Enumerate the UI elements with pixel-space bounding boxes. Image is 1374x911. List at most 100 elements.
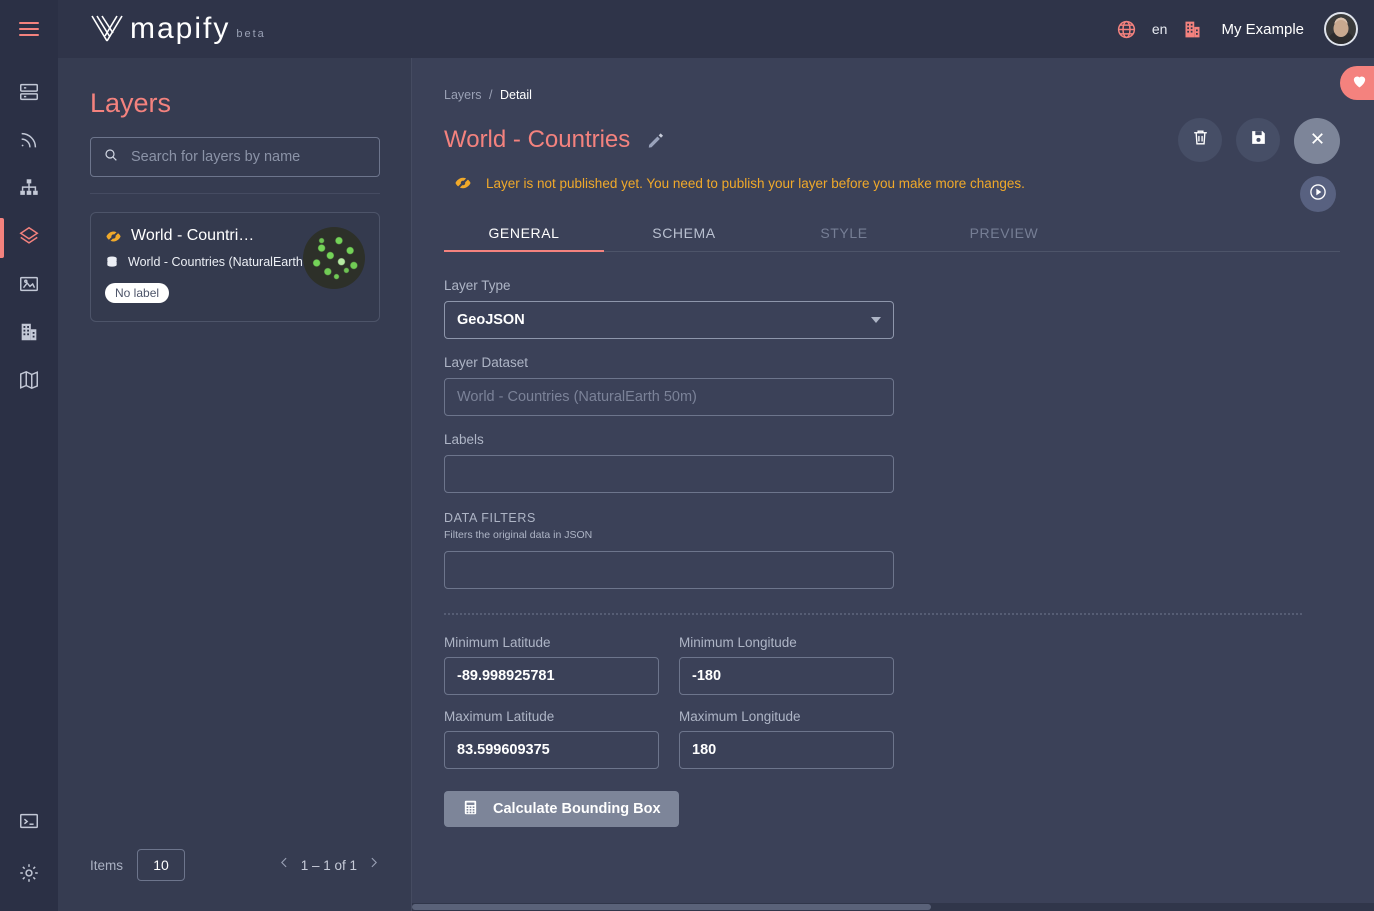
save-button[interactable] — [1236, 118, 1280, 162]
sidebar-item-feeds[interactable] — [0, 118, 58, 166]
layer-type-group: Layer Type GeoJSON — [444, 278, 1340, 339]
breadcrumb: Layers / Detail — [444, 88, 1340, 102]
app-header: mapify beta en My Example — [58, 0, 1374, 58]
sidebar-item-console[interactable] — [0, 797, 58, 849]
publish-warning: Layer is not published yet. You need to … — [444, 174, 1340, 192]
server-icon — [18, 81, 40, 108]
layer-type-label: Layer Type — [444, 278, 511, 293]
close-button[interactable] — [1294, 118, 1340, 164]
labels-label: Labels — [444, 432, 484, 447]
min-longitude-label: Minimum Longitude — [679, 635, 797, 650]
building-icon — [18, 321, 40, 348]
organization-name[interactable]: My Example — [1221, 21, 1304, 38]
sitemap-icon — [18, 177, 40, 204]
terminal-icon — [18, 810, 40, 837]
max-latitude-input[interactable]: 83.599609375 — [444, 731, 659, 769]
rss-icon — [18, 129, 40, 156]
data-filters-subtitle: Filters the original data in JSON — [444, 529, 593, 541]
calculator-icon — [462, 799, 479, 820]
scrollbar-thumb[interactable] — [412, 904, 932, 910]
building-icon[interactable] — [1181, 18, 1203, 40]
search-input[interactable]: Search for layers by name — [90, 137, 380, 177]
layer-detail-main: Layers / Detail World - Countries Layer … — [412, 0, 1374, 911]
brand-logo[interactable]: mapify beta — [90, 14, 266, 44]
unpublished-icon — [454, 174, 472, 192]
page-size-select[interactable]: 10 — [137, 849, 186, 881]
tab-preview[interactable]: PREVIEW — [924, 225, 1084, 251]
menu-toggle[interactable] — [0, 0, 58, 58]
pagination-nav: 1 – 1 of 1 — [278, 856, 380, 874]
page-title: Layers — [90, 88, 172, 118]
rail-bottom-items — [0, 797, 58, 911]
brand-name: mapify — [130, 12, 231, 45]
min-latitude-input[interactable]: -89.998925781 — [444, 657, 659, 695]
max-longitude-input[interactable]: 180 — [679, 731, 894, 769]
layer-title: World - Countries — [444, 126, 631, 153]
floppy-disk-icon — [1249, 128, 1268, 152]
app-root: Layers Search for layers by name World -… — [0, 0, 1374, 911]
sidebar-item-images[interactable] — [0, 262, 58, 310]
globe-icon[interactable] — [1116, 18, 1138, 40]
calculate-bounding-box-button[interactable]: Calculate Bounding Box — [444, 791, 679, 827]
pagination-range: 1 – 1 of 1 — [300, 857, 357, 873]
data-filters-input[interactable] — [444, 551, 894, 589]
avatar[interactable] — [1324, 12, 1358, 46]
sidebar-item-layers[interactable] — [0, 214, 58, 262]
hamburger-icon[interactable] — [19, 22, 39, 36]
list-item[interactable]: World - Countri… World - Countries (Natu… — [90, 212, 380, 322]
image-icon — [18, 273, 40, 300]
layer-dataset-label: Layer Dataset — [444, 355, 529, 370]
max-latitude-label: Maximum Latitude — [444, 709, 555, 724]
pagination: Items 10 1 – 1 of 1 — [58, 849, 412, 911]
sidebar-item-organizations[interactable] — [0, 310, 58, 358]
chevron-right-icon[interactable] — [367, 856, 380, 874]
bbox-row-max: Maximum Latitude 83.599609375 Maximum Lo… — [444, 709, 1340, 769]
general-form: Layer Type GeoJSON Layer Dataset World -… — [444, 278, 1340, 827]
tab-general[interactable]: GENERAL — [444, 225, 604, 252]
tab-schema[interactable]: SCHEMA — [604, 225, 764, 251]
min-latitude-group: Minimum Latitude -89.998925781 — [444, 635, 659, 695]
items-label: Items — [90, 857, 124, 873]
search-placeholder: Search for layers by name — [131, 149, 301, 165]
layers-panel: Layers Search for layers by name World -… — [58, 0, 412, 911]
sidebar-item-hierarchy[interactable] — [0, 166, 58, 214]
data-filters-title: DATA FILTERS — [444, 511, 536, 525]
chevron-left-icon[interactable] — [278, 856, 291, 874]
min-longitude-input[interactable]: -180 — [679, 657, 894, 695]
sidebar-item-settings[interactable] — [0, 849, 58, 901]
sidebar-item-maps[interactable] — [0, 358, 58, 406]
close-icon — [1308, 129, 1327, 153]
heart-icon — [1347, 73, 1368, 94]
publish-button[interactable] — [1300, 176, 1336, 212]
unpublished-icon — [105, 228, 122, 245]
panel-edge-divider — [411, 58, 412, 911]
horizontal-scrollbar[interactable] — [412, 903, 1374, 911]
layer-dataset-input[interactable]: World - Countries (NaturalEarth 50m) — [444, 378, 894, 416]
detail-action-buttons — [1178, 118, 1340, 164]
favorites-tab[interactable] — [1340, 66, 1374, 100]
mapify-logo-icon — [90, 14, 124, 44]
labels-group: Labels — [444, 432, 1340, 493]
section-divider — [444, 613, 1302, 615]
status-badge: No label — [105, 283, 170, 303]
delete-button[interactable] — [1178, 118, 1222, 162]
pencil-icon[interactable] — [646, 131, 665, 150]
min-longitude-group: Minimum Longitude -180 — [679, 635, 894, 695]
breadcrumb-parent[interactable]: Layers — [444, 88, 482, 102]
chevron-down-icon — [871, 317, 881, 323]
tab-style[interactable]: STYLE — [764, 225, 924, 251]
breadcrumb-separator: / — [489, 88, 493, 102]
brand-suffix: beta — [236, 28, 266, 40]
layer-type-select[interactable]: GeoJSON — [444, 301, 894, 339]
rail-item-list — [0, 70, 58, 406]
search-icon — [103, 147, 119, 168]
icon-rail — [0, 0, 58, 911]
calculate-bounding-box-label: Calculate Bounding Box — [493, 801, 661, 817]
labels-input[interactable] — [444, 455, 894, 493]
sidebar-item-servers[interactable] — [0, 70, 58, 118]
min-latitude-label: Minimum Latitude — [444, 635, 551, 650]
language-selector[interactable]: en — [1152, 21, 1168, 37]
max-longitude-label: Maximum Longitude — [679, 709, 801, 724]
database-icon — [105, 255, 119, 269]
layer-type-value: GeoJSON — [457, 312, 525, 328]
